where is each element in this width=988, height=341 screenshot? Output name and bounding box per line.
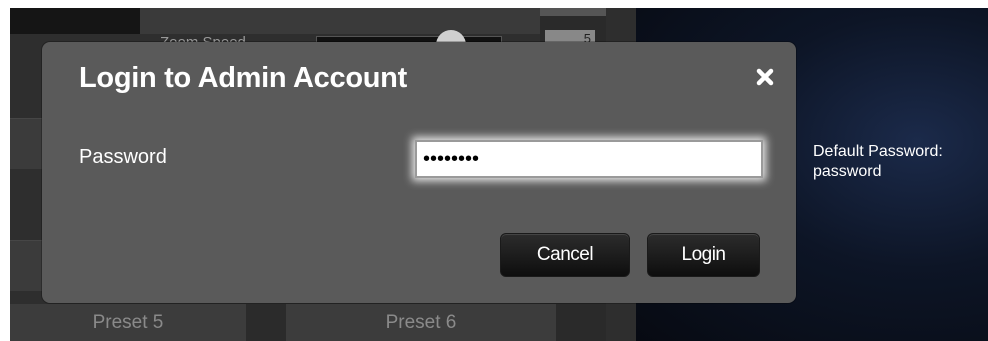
- password-field[interactable]: [415, 140, 763, 178]
- preset-5-button[interactable]: Preset 5: [10, 304, 246, 341]
- password-label: Password: [79, 146, 167, 168]
- background-top-bar: [10, 8, 140, 34]
- close-icon[interactable]: [754, 66, 776, 88]
- hint-line-1: Default Password:: [813, 143, 943, 160]
- login-button[interactable]: Login: [647, 233, 760, 277]
- preset-6-button[interactable]: Preset 6: [286, 304, 556, 341]
- background-top-bar-dark: [140, 8, 540, 34]
- hint-line-2: password: [813, 163, 882, 180]
- background-top-box: [540, 8, 606, 16]
- login-dialog: Login to Admin Account Password Cancel L…: [42, 42, 796, 303]
- dialog-title: Login to Admin Account: [79, 62, 407, 94]
- default-password-hint: Default Password: password: [813, 142, 988, 182]
- cancel-button[interactable]: Cancel: [500, 233, 630, 277]
